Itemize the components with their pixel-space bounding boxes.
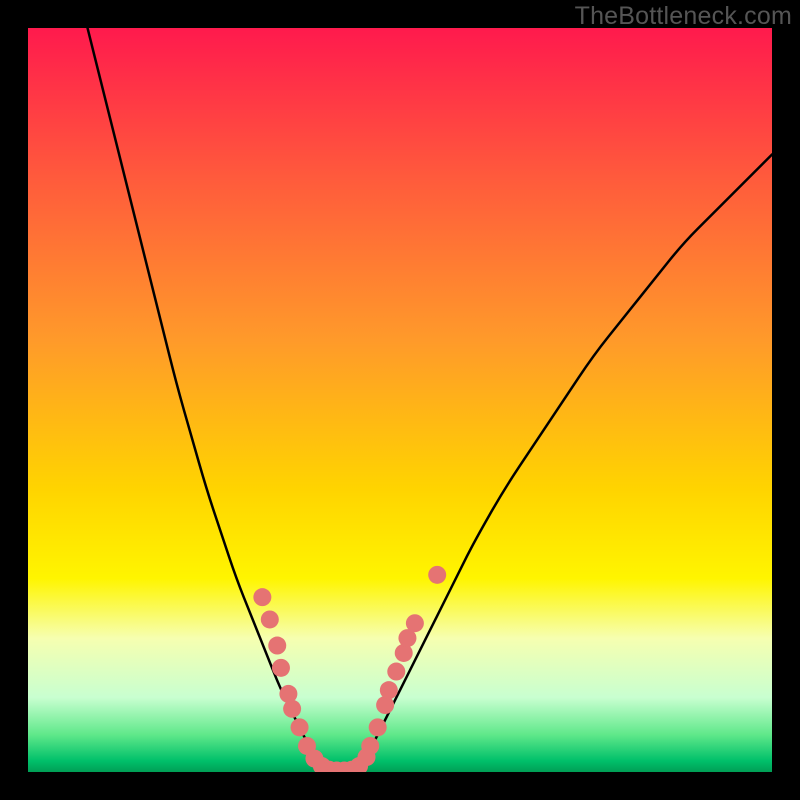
data-marker — [428, 566, 446, 584]
curve-right-branch — [355, 154, 772, 772]
plot-area — [28, 28, 772, 772]
watermark-text: TheBottleneck.com — [575, 2, 792, 31]
chart-frame: TheBottleneck.com — [0, 0, 800, 800]
data-marker — [272, 659, 290, 677]
data-marker — [283, 700, 301, 718]
curve-left-branch — [88, 28, 326, 772]
data-marker — [406, 614, 424, 632]
data-marker — [268, 637, 286, 655]
data-marker — [291, 718, 309, 736]
data-marker — [261, 610, 279, 628]
data-marker — [387, 663, 405, 681]
data-marker — [253, 588, 271, 606]
data-marker — [369, 718, 387, 736]
bottleneck-curve — [28, 28, 772, 772]
data-marker — [380, 681, 398, 699]
data-marker — [361, 737, 379, 755]
